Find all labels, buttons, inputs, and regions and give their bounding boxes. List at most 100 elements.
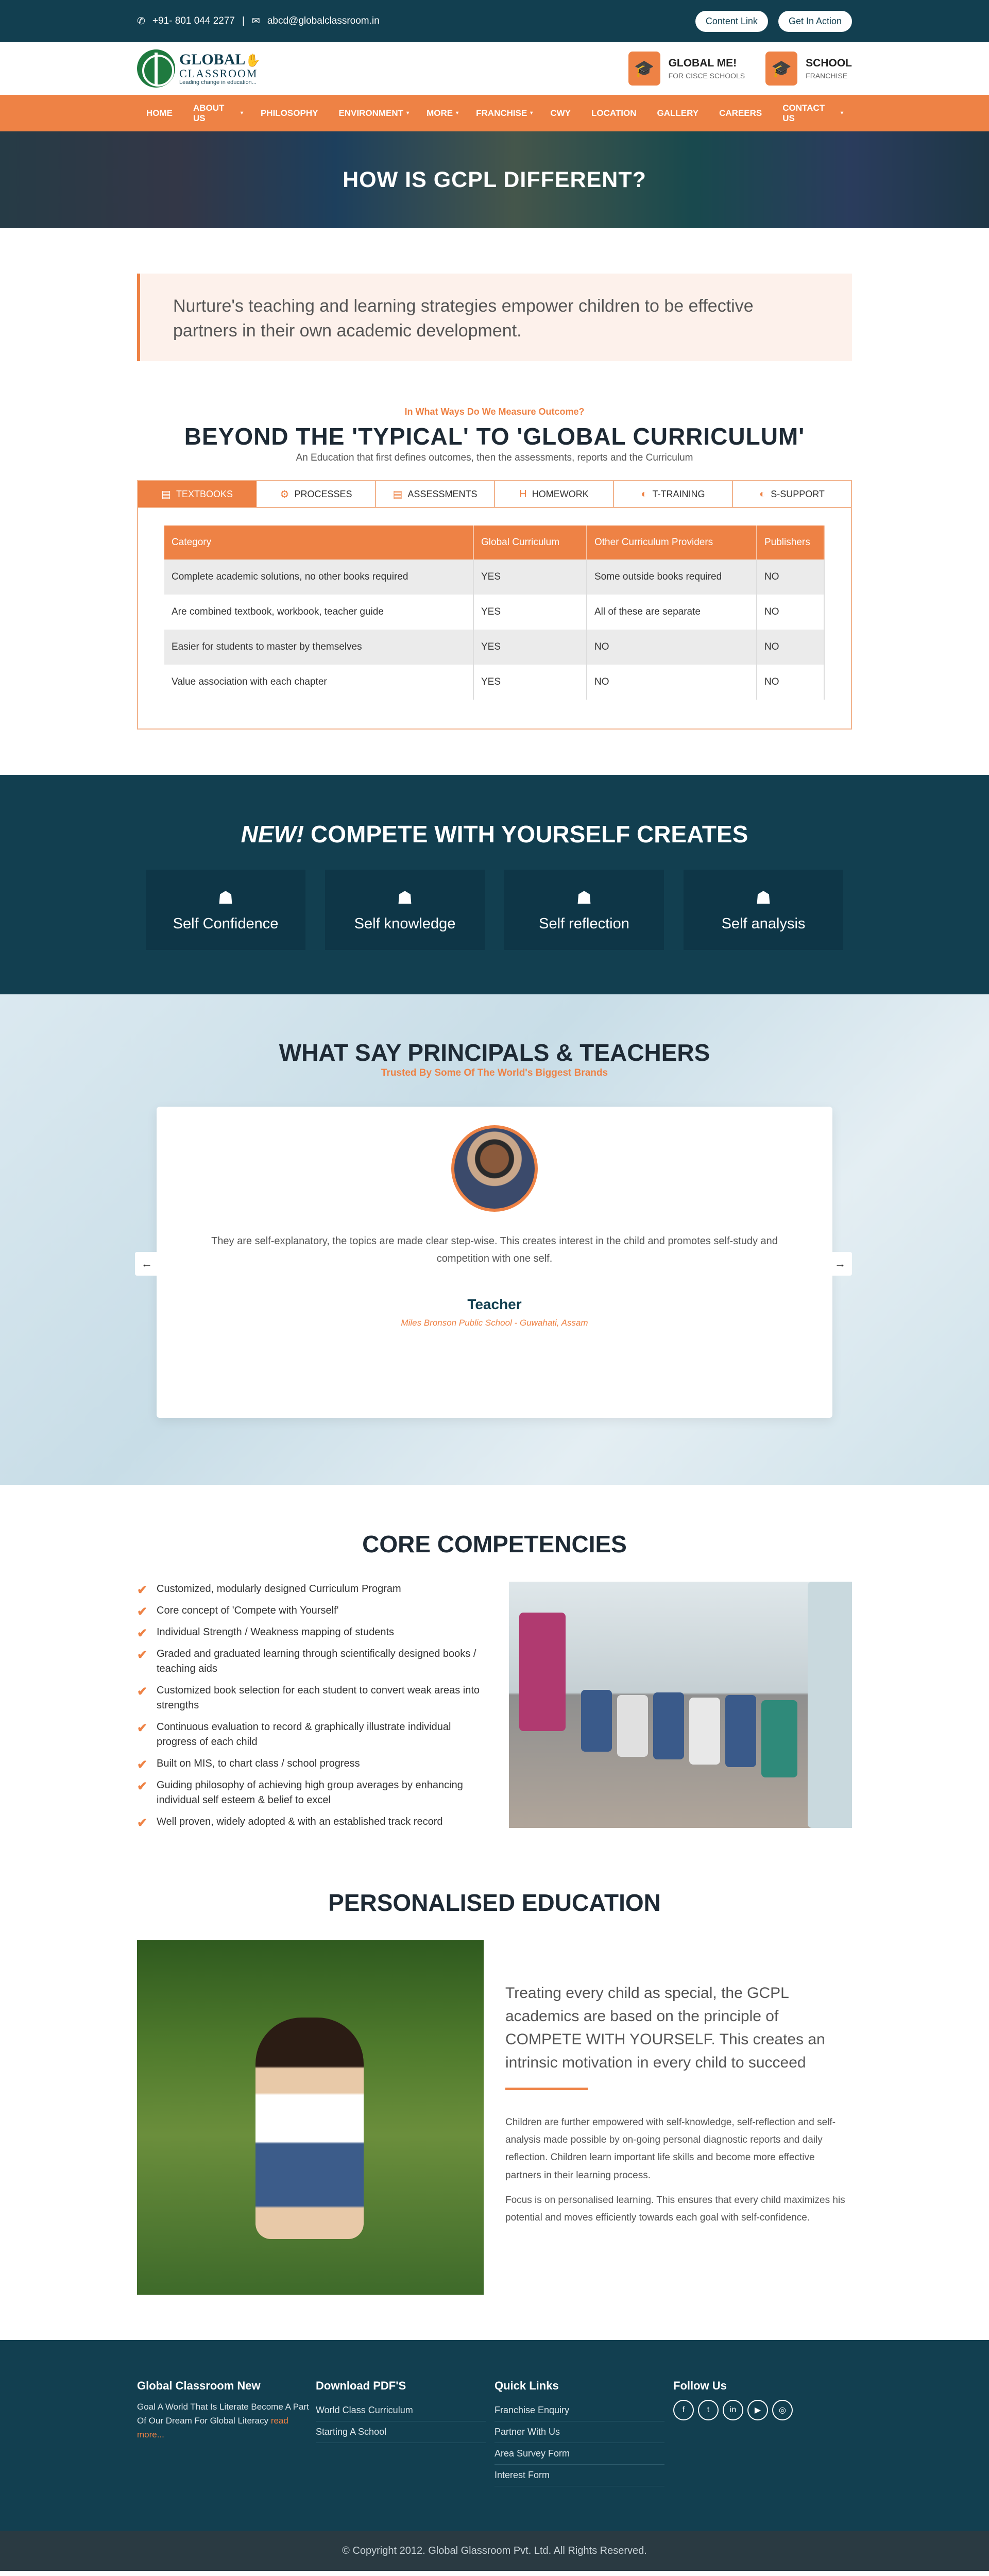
- tab-assessments[interactable]: ▤ ASSESSMENTS: [376, 481, 495, 507]
- card-label: Self knowledge: [354, 915, 456, 932]
- testimonial-quote: They are self-explanatory, the topics ar…: [211, 1235, 778, 1264]
- footer-about-text: Goal A World That Is Literate Become A P…: [137, 2402, 309, 2440]
- phone-number[interactable]: +91- 801 044 2277: [152, 15, 235, 27]
- footer-quick-links-title: Quick Links: [494, 2379, 559, 2392]
- personalised-paragraph: Focus is on personalised learning. This …: [505, 2194, 845, 2223]
- tab-bar: ▤ TEXTBOOKS ⚙ PROCESSES ▤ ASSESSMENTS H HOME…: [138, 481, 851, 508]
- nav-more[interactable]: MORE ▾: [418, 108, 467, 118]
- table-row: Complete academic solutions, no other bo…: [164, 560, 825, 595]
- half-circle-icon: ◐: [641, 488, 647, 500]
- school-franchise-link[interactable]: 🎓 SCHOOL FRANCHISE: [765, 52, 852, 86]
- table-cell: YES: [473, 665, 587, 700]
- copyright-text: © Copyright 2012. Global Glassroom Pvt. …: [342, 2545, 647, 2556]
- testimonials-subtitle: Trusted By Some Of The World's Biggest B…: [381, 1067, 608, 1078]
- list-item: ✔ Well proven, widely adopted & with an e…: [137, 1815, 487, 1830]
- curriculum-description: An Education that first defines outcomes…: [296, 452, 693, 463]
- new-badge: NEW!: [241, 821, 304, 848]
- list-item: ✔ Customized, modularly designed Curricul…: [137, 1582, 487, 1597]
- copyright-bar: © Copyright 2012. Global Glassroom Pvt. …: [0, 2531, 989, 2571]
- tab-t-training[interactable]: ◐ T-TRAINING: [614, 481, 733, 507]
- nav-location[interactable]: LOCATION: [583, 108, 649, 118]
- testimonial-author: Teacher: [467, 1296, 522, 1312]
- tab-processes[interactable]: ⚙ PROCESSES: [257, 481, 376, 507]
- check-icon: ✔: [137, 1758, 148, 1772]
- next-arrow-button[interactable]: →: [828, 1252, 852, 1276]
- graduation-cap-icon: 🎓: [765, 52, 798, 86]
- tab-homework[interactable]: H HOMEWORK: [495, 481, 614, 507]
- tab-s-support[interactable]: ◐ S-SUPPORT: [733, 481, 851, 507]
- hand-icon: ✋: [245, 53, 261, 67]
- curriculum-title: BEYOND THE 'TYPICAL' TO 'GLOBAL CURRICUL…: [184, 423, 805, 450]
- partner-with-us-link[interactable]: Partner With Us: [494, 2421, 664, 2443]
- franchise-enquiry-link[interactable]: Franchise Enquiry: [494, 2400, 664, 2421]
- table-cell: All of these are separate: [587, 595, 757, 630]
- nav-franchise[interactable]: FRANCHISE ▾: [467, 108, 541, 118]
- twitter-icon[interactable]: t: [698, 2400, 719, 2420]
- curriculum-subtitle: In What Ways Do We Measure Outcome?: [404, 406, 585, 417]
- mail-icon: ✉: [251, 15, 260, 27]
- table-row: Easier for students to master by themsel…: [164, 630, 825, 665]
- main-nav: HOME ABOUT US ▾ PHILOSOPHY ENVIRONMENT ▾ M…: [0, 95, 989, 131]
- personalised-paragraph: Children are further empowered with self…: [505, 2117, 836, 2181]
- site-logo[interactable]: GLOBAL✋ CLASSROOM Leading change in educ…: [137, 49, 261, 88]
- phone-icon: ✆: [137, 15, 145, 27]
- nav-careers[interactable]: CAREERS: [710, 108, 774, 118]
- prev-arrow-button[interactable]: ←: [135, 1252, 159, 1276]
- logo-tagline: Leading change in education...: [179, 79, 257, 86]
- nav-about-us[interactable]: ABOUT US ▾: [184, 103, 252, 124]
- chevron-down-icon: ▾: [406, 110, 410, 116]
- facebook-icon[interactable]: f: [673, 2400, 694, 2420]
- area-survey-form-link[interactable]: Area Survey Form: [494, 2443, 664, 2465]
- instagram-icon[interactable]: ◎: [772, 2400, 793, 2420]
- children-corridor-photo: [508, 1582, 852, 1828]
- competency-list: ✔ Customized, modularly designed Curricul…: [137, 1582, 487, 1836]
- nav-philosophy[interactable]: PHILOSOPHY: [252, 108, 330, 118]
- nav-home[interactable]: HOME: [137, 108, 184, 118]
- linkedin-icon[interactable]: in: [723, 2400, 743, 2420]
- logo-line1: GLOBAL: [179, 50, 246, 68]
- card-label: Self reflection: [539, 915, 629, 932]
- check-icon: ✔: [137, 1816, 148, 1830]
- get-in-action-button[interactable]: Get In Action: [778, 10, 852, 32]
- column-header: Other Curriculum Providers: [587, 526, 757, 560]
- list-item: ✔ Built on MIS, to chart class / school p…: [137, 1756, 487, 1772]
- check-icon: ✔: [137, 1626, 148, 1640]
- testimonial-card: They are self-explanatory, the topics ar…: [157, 1107, 832, 1418]
- testimonials-title: WHAT SAY PRINCIPALS & TEACHERS: [279, 1039, 710, 1066]
- table-cell: Easier for students to master by themsel…: [164, 630, 474, 665]
- core-title: CORE COMPETENCIES: [362, 1531, 627, 1557]
- nav-contact-us[interactable]: CONTACT US ▾: [774, 103, 852, 124]
- content-link-button[interactable]: Content Link: [695, 10, 768, 32]
- chevron-down-icon: ▾: [240, 110, 243, 116]
- list-item: ✔ Individual Strength / Weakness mapping …: [137, 1625, 487, 1640]
- nav-gallery[interactable]: GALLERY: [649, 108, 711, 118]
- starting-a-school-link[interactable]: Starting A School: [316, 2421, 486, 2443]
- email-address[interactable]: abcd@globalclassroom.in: [267, 15, 380, 27]
- table-cell: Are combined textbook, workbook, teacher…: [164, 595, 474, 630]
- check-icon: ✔: [137, 1780, 148, 1793]
- nav-cwy[interactable]: CWY: [541, 108, 583, 118]
- youtube-icon[interactable]: ▶: [747, 2400, 768, 2420]
- compete-section: NEW! COMPETE WITH YOURSELF CREATES ☗ Self…: [0, 775, 989, 994]
- brain-icon: ☗: [217, 888, 234, 908]
- self-knowledge-card: ☗ Self knowledge: [325, 870, 485, 950]
- column-header: Category: [164, 526, 474, 560]
- check-icon: ✔: [137, 1583, 148, 1597]
- world-class-curriculum-link[interactable]: World Class Curriculum: [316, 2400, 486, 2421]
- check-icon: ✔: [137, 1605, 148, 1619]
- table-cell: Complete academic solutions, no other bo…: [164, 560, 474, 595]
- list-item: ✔ Graded and graduated learning through s…: [137, 1647, 487, 1676]
- nav-environment[interactable]: ENVIRONMENT ▾: [330, 108, 418, 118]
- global-me-link[interactable]: 🎓 GLOBAL ME! FOR CISCE SCHOOLS: [628, 52, 745, 86]
- brain-icon: ☗: [576, 888, 592, 908]
- table-cell: Value association with each chapter: [164, 665, 474, 700]
- curriculum-tabs-panel: ▤ TEXTBOOKS ⚙ PROCESSES ▤ ASSESSMENTS H HOME…: [137, 480, 852, 730]
- intro-quote-text: Nurture's teaching and learning strategi…: [173, 296, 754, 341]
- personalised-lead: Treating every child as special, the GCP…: [505, 1985, 825, 2071]
- divider: |: [242, 15, 245, 26]
- girl-photo: [137, 1940, 484, 2295]
- interest-form-link[interactable]: Interest Form: [494, 2465, 664, 2486]
- table-cell: NO: [757, 630, 825, 665]
- card-label: Self analysis: [721, 915, 806, 932]
- tab-textbooks[interactable]: ▤ TEXTBOOKS: [138, 481, 257, 507]
